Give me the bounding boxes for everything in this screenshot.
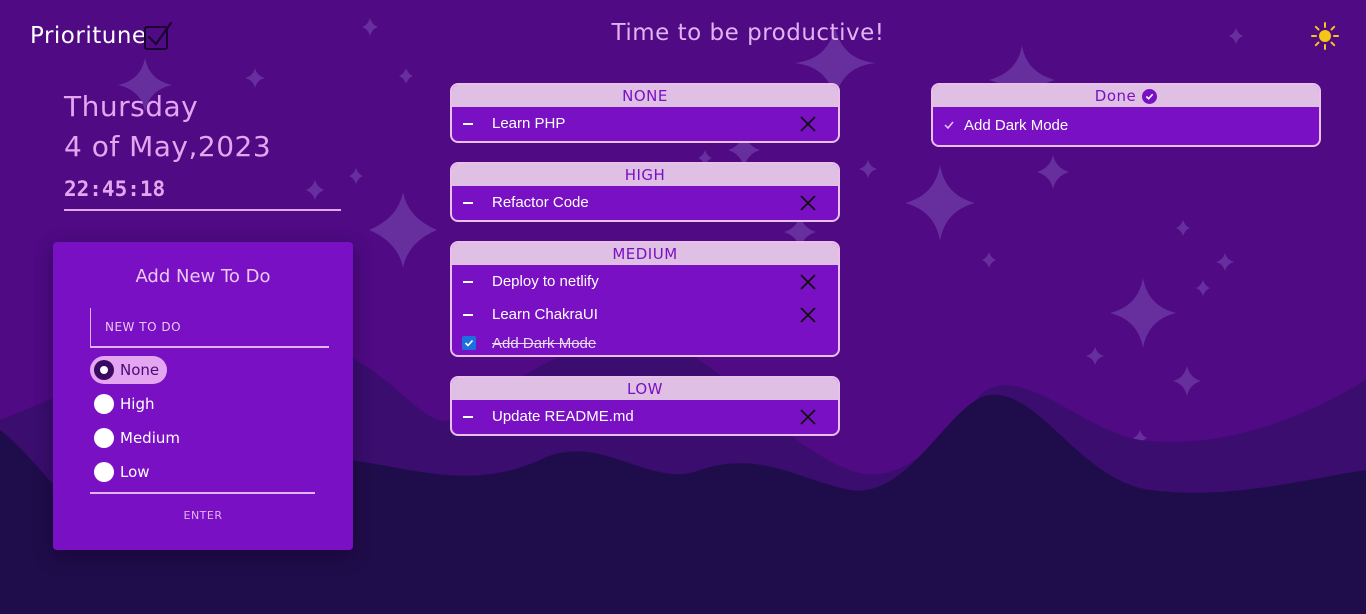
day-label: Thursday [64, 90, 199, 123]
divider [64, 209, 341, 211]
check-circle-icon [1142, 88, 1158, 104]
radio-button[interactable] [94, 462, 114, 482]
done-title: Done [1094, 87, 1137, 105]
priority-radio-high[interactable]: High [90, 390, 162, 418]
done-item: Add Dark Mode [933, 107, 1319, 143]
close-icon[interactable] [796, 191, 820, 215]
priority-group-none: NONE Learn PHP [450, 83, 840, 143]
enter-button[interactable]: ENTER [153, 508, 253, 523]
radio-button[interactable] [94, 394, 114, 414]
check-icon [944, 121, 954, 130]
app-logo[interactable]: Prioritune [30, 16, 173, 56]
radio-label: None [120, 361, 160, 379]
priority-radio-low[interactable]: Low [90, 458, 158, 486]
group-header: NONE [452, 85, 838, 107]
task-item: Learn ChakraUI [452, 298, 838, 331]
checkbox-check-icon [143, 21, 172, 50]
new-todo-input[interactable] [90, 308, 329, 348]
group-header: HIGH [452, 164, 838, 186]
add-todo-title: Add New To Do [135, 266, 271, 287]
task-item: Refactor Code [452, 186, 838, 219]
dash-icon [463, 415, 473, 418]
task-text: Deploy to netlify [492, 273, 599, 290]
task-text: Learn PHP [492, 115, 566, 132]
radio-label: Medium [120, 429, 180, 447]
priority-group-low: LOW Update README.md [450, 376, 840, 436]
dash-icon [463, 122, 473, 125]
task-text: Update README.md [492, 408, 634, 425]
task-text: Add Dark Mode [492, 334, 597, 352]
date-label: 4 of May,2023 [64, 130, 272, 163]
priority-radio-none[interactable]: None [90, 356, 168, 384]
add-todo-card: Add New To Do None High Medium Low ENTER [53, 242, 353, 550]
done-item-text: Add Dark Mode [964, 116, 1069, 134]
radio-label: Low [120, 463, 150, 481]
close-icon[interactable] [796, 405, 820, 429]
done-header: Done [933, 85, 1319, 107]
close-icon[interactable] [796, 270, 820, 294]
page-title: Time to be productive! [611, 20, 885, 46]
priority-group-high: HIGH Refactor Code [450, 162, 840, 222]
close-icon[interactable] [796, 112, 820, 136]
task-item-done: Add Dark Mode [452, 331, 838, 355]
task-item: Update README.md [452, 400, 838, 433]
logo-text: Prioritune [30, 23, 147, 49]
close-icon[interactable] [796, 303, 820, 327]
dash-icon [463, 313, 473, 316]
dash-icon [463, 280, 473, 283]
task-item: Deploy to netlify [452, 265, 838, 298]
radio-button[interactable] [94, 428, 114, 448]
priority-radio-medium[interactable]: Medium [90, 424, 188, 452]
clock: 22:45:18 [64, 177, 166, 201]
group-header: LOW [452, 378, 838, 400]
check-icon [464, 339, 474, 347]
task-text: Refactor Code [492, 194, 589, 211]
sun-icon[interactable] [1311, 22, 1339, 50]
radio-label: High [120, 395, 155, 413]
checkbox[interactable] [462, 336, 476, 350]
divider [90, 492, 315, 494]
task-text: Learn ChakraUI [492, 306, 598, 323]
task-item: Learn PHP [452, 107, 838, 140]
radio-button[interactable] [94, 360, 114, 380]
radio-dot [100, 366, 108, 374]
done-card: Done Add Dark Mode [931, 83, 1321, 147]
priority-group-medium: MEDIUM Deploy to netlify Learn ChakraUI … [450, 241, 840, 357]
dash-icon [463, 201, 473, 204]
group-header: MEDIUM [452, 243, 838, 265]
